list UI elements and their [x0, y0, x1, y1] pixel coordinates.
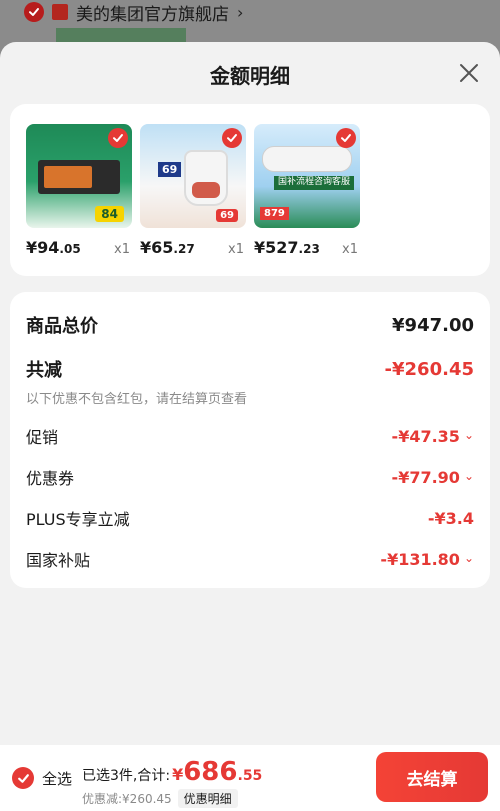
amount-detail-sheet: 金额明细 84 ¥94.05 x1 69 69 ¥65.27 x1 国补流程咨询… — [0, 42, 500, 811]
plus-value: -¥3.4 — [427, 508, 474, 528]
chevron-down-icon[interactable]: ⌄ — [464, 469, 474, 483]
discount-text: 优惠减:¥260.45 — [82, 792, 172, 806]
select-all-toggle[interactable]: 全选 — [12, 767, 72, 789]
discount-summary: 优惠减:¥260.45 优惠明细 — [82, 789, 238, 808]
amount-detail-card: 商品总价 ¥947.00 共减 -¥260.45 以下优惠不包含红包，请在结算页… — [10, 292, 490, 588]
chevron-down-icon[interactable]: ⌄ — [464, 428, 474, 442]
product-item[interactable]: 84 ¥94.05 x1 — [26, 124, 140, 257]
product-qty: x1 — [342, 242, 358, 257]
product-selected-check-icon[interactable] — [336, 128, 356, 148]
total-label: 商品总价 — [26, 316, 98, 337]
discount-note: 以下优惠不包含红包，请在结算页查看 — [26, 392, 248, 407]
total-summary: 已选3件,合计: ¥ 686 .55 — [82, 757, 262, 787]
store-name: 美的集团官方旗舰店 — [76, 4, 229, 25]
sheet-title: 金额明细 — [210, 64, 290, 88]
products-card: 84 ¥94.05 x1 69 69 ¥65.27 x1 国补流程咨询客服 87… — [10, 104, 490, 276]
store-row: 美的集团官方旗舰店 › — [24, 0, 244, 25]
product-image[interactable]: 84 — [26, 124, 132, 228]
plus-label: PLUS专享立减 — [26, 510, 130, 529]
chevron-right-icon: › — [237, 2, 244, 22]
subsidy-row[interactable]: 国家补贴 -¥131.80 ⌄ — [26, 547, 474, 571]
coupon-value: -¥77.90 — [391, 467, 460, 487]
store-selected-check-icon — [24, 2, 44, 22]
product-side-label: 国补流程咨询客服 — [273, 176, 354, 190]
subsidy-value: -¥131.80 — [380, 549, 460, 569]
discount-detail-button[interactable]: 优惠明细 — [177, 789, 238, 808]
coupon-row[interactable]: 优惠券 -¥77.90 ⌄ — [26, 465, 474, 489]
checkout-button[interactable]: 去结算 — [376, 752, 488, 802]
reduce-value: -¥260.45 — [384, 358, 474, 380]
coupon-label: 优惠券 — [26, 469, 75, 488]
plus-row: PLUS专享立减 -¥3.4 — [26, 506, 474, 530]
subsidy-label: 国家补贴 — [26, 551, 91, 570]
product-promo-badge: 69 — [216, 209, 238, 222]
product-image[interactable]: 69 69 — [140, 124, 246, 228]
total-value: ¥947.00 — [392, 314, 474, 336]
product-image[interactable]: 国补流程咨询客服 879 — [254, 124, 360, 228]
product-price: ¥65.27 — [140, 238, 195, 257]
product-promo-badge: 879 — [260, 207, 289, 220]
select-all-check-icon[interactable] — [12, 767, 34, 789]
promo-row[interactable]: 促销 -¥47.35 ⌄ — [26, 424, 474, 448]
product-qty: x1 — [114, 242, 130, 257]
total-currency: ¥ — [172, 765, 184, 784]
selected-count-text: 已选3件,合计: — [82, 768, 171, 784]
promo-value: -¥47.35 — [391, 426, 460, 446]
checkout-bar: 全选 已选3件,合计: ¥ 686 .55 优惠减:¥260.45 优惠明细 去… — [0, 745, 500, 811]
close-icon[interactable] — [458, 62, 480, 84]
product-promo-badge: 84 — [95, 206, 124, 222]
total-row: 商品总价 ¥947.00 — [26, 312, 474, 338]
product-item[interactable]: 69 69 ¥65.27 x1 — [140, 124, 254, 257]
chevron-down-icon[interactable]: ⌄ — [464, 551, 474, 565]
product-promo-badge: 69 — [158, 162, 182, 177]
product-selected-check-icon[interactable] — [222, 128, 242, 148]
promo-label: 促销 — [26, 428, 59, 447]
select-all-label: 全选 — [42, 769, 73, 788]
reduce-label: 共减 — [26, 360, 62, 381]
product-selected-check-icon[interactable] — [108, 128, 128, 148]
product-price: ¥94.05 — [26, 238, 81, 257]
store-logo-icon — [52, 4, 68, 20]
total-decimal: .55 — [237, 768, 263, 784]
total-integer: 686 — [183, 757, 238, 787]
product-item[interactable]: 国补流程咨询客服 879 ¥527.23 x1 — [254, 124, 368, 257]
product-price: ¥527.23 — [254, 238, 320, 257]
reduce-row: 共减 -¥260.45 — [26, 356, 474, 382]
product-qty: x1 — [228, 242, 244, 257]
